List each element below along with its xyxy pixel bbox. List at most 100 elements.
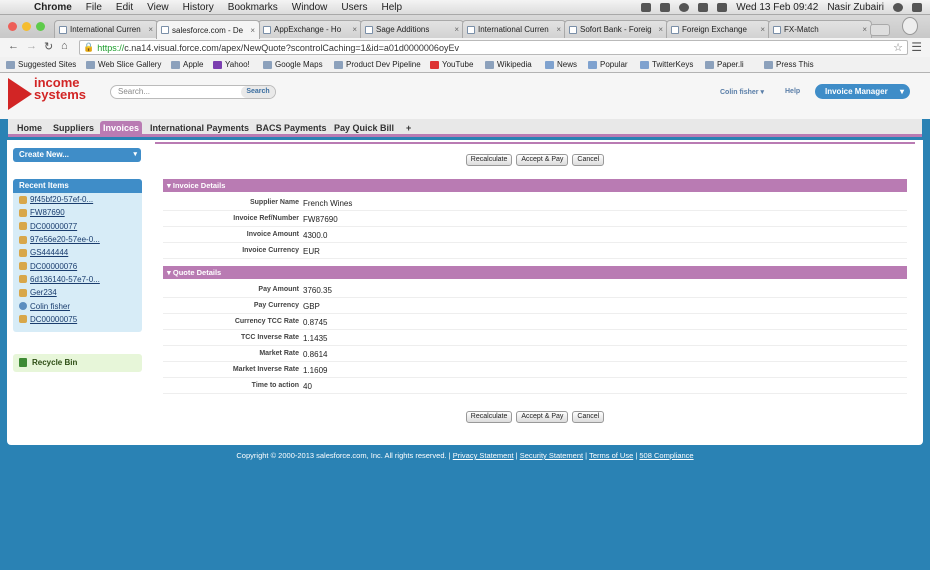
field-row: Invoice Ref/Number FW87690 (163, 211, 907, 227)
bluetooth-icon[interactable] (660, 3, 671, 12)
browser-tab[interactable]: Sofort Bank - Foreig × (564, 20, 668, 38)
invoice-details-header[interactable]: ▾ Invoice Details (163, 179, 907, 192)
privacy-statement-link[interactable]: Privacy Statement (453, 451, 514, 460)
menubar-user[interactable]: Nasir Zubairi (827, 2, 884, 13)
tab-suppliers[interactable]: Suppliers (50, 121, 97, 135)
create-new-button[interactable]: Create New... ▾ (13, 148, 141, 162)
url-bar[interactable]: 🔒 https:// c.na14.visual.force.com/apex/… (79, 40, 908, 55)
volume-icon[interactable] (698, 3, 709, 12)
tab-home[interactable]: Home (14, 121, 45, 135)
accept-pay-button[interactable]: Accept & Pay (516, 411, 569, 423)
spotlight-icon[interactable] (893, 3, 903, 12)
bookmark-folder[interactable]: News (545, 60, 577, 69)
field-row: Supplier Name French Wines (163, 195, 907, 211)
forward-icon[interactable]: → (26, 40, 37, 52)
close-tab-icon[interactable]: × (250, 26, 255, 35)
list-item[interactable]: DC00000075 (13, 313, 142, 326)
profile-avatar-icon[interactable] (902, 17, 918, 35)
minimize-window-icon[interactable] (22, 22, 31, 31)
tab-invoices[interactable]: Invoices (100, 121, 143, 137)
menu-file[interactable]: File (86, 2, 102, 13)
list-item[interactable]: 6d136140-57e7-0... (13, 273, 142, 286)
zoom-window-icon[interactable] (36, 22, 45, 31)
chrome-menu-icon[interactable]: ☰ (911, 40, 922, 54)
bookmark-item[interactable]: Web Slice Gallery (86, 60, 161, 69)
bookmark-item[interactable]: Paper.li (705, 60, 744, 69)
menu-app[interactable]: Chrome (34, 2, 72, 13)
list-item[interactable]: 9f45bf20-57ef-0... (13, 193, 142, 206)
back-icon[interactable]: ← (8, 40, 19, 52)
menu-history[interactable]: History (183, 2, 214, 13)
reload-icon[interactable]: ↻ (44, 40, 53, 53)
recalculate-button[interactable]: Recalculate (465, 154, 513, 166)
menu-window[interactable]: Window (292, 2, 328, 13)
cancel-button[interactable]: Cancel (572, 411, 605, 423)
quote-details-header[interactable]: ▾ Quote Details (163, 266, 907, 279)
close-tab-icon[interactable]: × (556, 25, 561, 34)
bookmark-item[interactable]: Google Maps (263, 60, 323, 69)
browser-tab-strip: International Curren × salesforce.com - D… (0, 15, 930, 39)
close-tab-icon[interactable]: × (454, 25, 459, 34)
help-link[interactable]: Help (785, 88, 800, 95)
close-tab-icon[interactable]: × (148, 25, 153, 34)
close-window-icon[interactable] (8, 22, 17, 31)
menu-bookmarks[interactable]: Bookmarks (228, 2, 278, 13)
user-menu[interactable]: Colin fisher ▾ (720, 88, 764, 96)
browser-tab[interactable]: Foreign Exchange × (666, 20, 770, 38)
app-menu-button[interactable]: Invoice Manager ▾ (815, 84, 910, 99)
recycle-bin-link[interactable]: Recycle Bin (13, 353, 142, 372)
browser-tab[interactable]: International Curren × (54, 20, 158, 38)
close-tab-icon[interactable]: × (760, 25, 765, 34)
bookmark-item[interactable]: YouTube (430, 60, 473, 69)
menubar-clock[interactable]: Wed 13 Feb 09:42 (736, 2, 818, 13)
browser-tab[interactable]: International Curren × (462, 20, 566, 38)
home-icon[interactable]: ⌂ (61, 40, 68, 52)
close-tab-icon[interactable]: × (352, 25, 357, 34)
security-statement-link[interactable]: Security Statement (520, 451, 583, 460)
menu-users[interactable]: Users (341, 2, 367, 13)
page-header: income systems Search... Search Colin fis… (0, 73, 930, 119)
field-row: Invoice Amount 4300.0 (163, 227, 907, 243)
menu-view[interactable]: View (147, 2, 169, 13)
list-item[interactable]: Ger234 (13, 286, 142, 299)
bookmark-folder[interactable]: Popular (588, 60, 628, 69)
compliance-508-link[interactable]: 508 Compliance (639, 451, 693, 460)
bookmark-item[interactable]: Product Dev Pipeline (334, 60, 421, 69)
accept-pay-button[interactable]: Accept & Pay (516, 154, 569, 166)
bookmark-item[interactable]: Yahoo! (213, 60, 250, 69)
search-button[interactable]: Search (241, 86, 275, 98)
bookmark-star-icon[interactable]: ☆ (893, 41, 903, 54)
close-tab-icon[interactable]: × (658, 25, 663, 34)
terms-of-use-link[interactable]: Terms of Use (589, 451, 633, 460)
close-tab-icon[interactable]: × (862, 25, 867, 34)
list-item[interactable]: DC00000077 (13, 220, 142, 233)
add-tab-button[interactable]: + (403, 121, 414, 135)
recalculate-button[interactable]: Recalculate (465, 411, 513, 423)
list-item[interactable]: DC00000076 (13, 259, 142, 272)
browser-tab[interactable]: FX-Match × (768, 20, 872, 38)
browser-tab-active[interactable]: salesforce.com - De × (156, 20, 260, 39)
menu-edit[interactable]: Edit (116, 2, 133, 13)
tab-international-payments[interactable]: International Payments (147, 121, 252, 135)
browser-tab[interactable]: AppExchange - Ho × (258, 20, 362, 38)
bookmark-item[interactable]: Wikipedia (485, 60, 532, 69)
bookmark-item[interactable]: Press This (764, 60, 814, 69)
list-item[interactable]: GS444444 (13, 246, 142, 259)
bookmark-item[interactable]: Suggested Sites (6, 60, 76, 69)
bookmark-folder[interactable]: TwitterKeys (640, 60, 693, 69)
list-item[interactable]: Colin fisher (13, 299, 142, 312)
battery-icon[interactable] (717, 3, 728, 12)
dropbox-icon[interactable] (641, 3, 652, 12)
new-tab-button[interactable] (870, 24, 890, 36)
list-item[interactable]: FW87690 (13, 206, 142, 219)
tab-pay-quick-bill[interactable]: Pay Quick Bill (331, 121, 397, 135)
wifi-icon[interactable] (679, 3, 690, 12)
list-item[interactable]: 97e56e20-57ee-0... (13, 233, 142, 246)
browser-tab[interactable]: Sage Additions × (360, 20, 464, 38)
tab-bacs-payments[interactable]: BACS Payments (253, 121, 330, 135)
notification-center-icon[interactable] (912, 3, 922, 12)
youtube-icon (430, 60, 439, 69)
bookmark-item[interactable]: Apple (171, 60, 203, 69)
cancel-button[interactable]: Cancel (572, 154, 605, 166)
menu-help[interactable]: Help (382, 2, 403, 13)
